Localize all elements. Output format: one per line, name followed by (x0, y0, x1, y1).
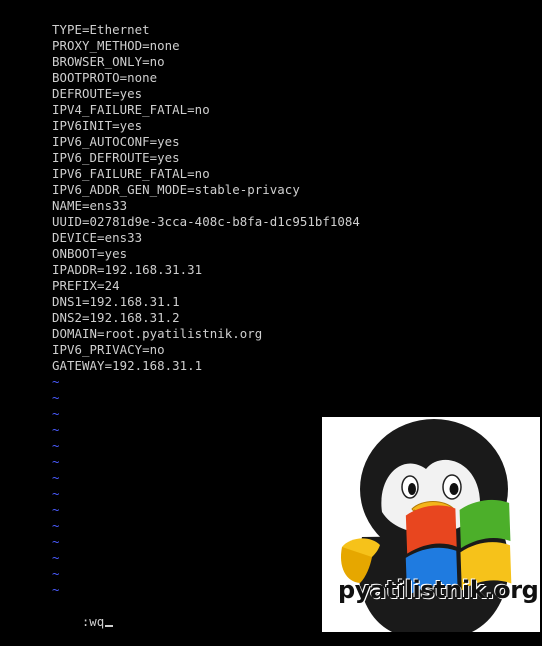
file-line: ONBOOT=yes (52, 246, 128, 261)
file-line: DNS2=192.168.31.2 (52, 310, 180, 325)
command-text: :wq (81, 614, 105, 629)
file-line: DEFROUTE=yes (52, 86, 143, 101)
file-line: GATEWAY=192.168.31.1 (52, 358, 203, 373)
file-line: PROXY_METHOD=none (52, 38, 180, 53)
file-line: DOMAIN=root.pyatilistnik.org (52, 326, 263, 341)
file-line: IPV6_ADDR_GEN_MODE=stable-privacy (52, 182, 300, 197)
file-line: IPV6_PRIVACY=no (52, 342, 165, 357)
empty-line-marker: ~ (52, 374, 60, 389)
file-line: IPV6_AUTOCONF=yes (52, 134, 180, 149)
text-cursor (105, 625, 114, 627)
file-line: IPV6_DEFROUTE=yes (52, 150, 180, 165)
file-line: NAME=ens33 (52, 198, 128, 213)
file-line: IPV6INIT=yes (52, 118, 143, 133)
logo-text: pyatilistnik.org (338, 576, 539, 604)
file-line: PREFIX=24 (52, 278, 120, 293)
file-line: IPV6_FAILURE_FATAL=no (52, 166, 210, 181)
file-line: BOOTPROTO=none (52, 70, 158, 85)
site-logo: pyatilistnik.org (322, 417, 540, 632)
file-line: IPADDR=192.168.31.31 (52, 262, 203, 277)
file-line: DEVICE=ens33 (52, 230, 143, 245)
file-line: BROWSER_ONLY=no (52, 54, 165, 69)
file-line: DNS1=192.168.31.1 (52, 294, 180, 309)
file-line: UUID=02781d9e-3cca-408c-b8fa-d1c951bf108… (52, 214, 360, 229)
empty-line-marker: ~ (52, 390, 60, 405)
command-line[interactable]: :wq (52, 598, 114, 629)
file-line: IPV4_FAILURE_FATAL=no (52, 102, 210, 117)
file-line: TYPE=Ethernet (52, 22, 150, 37)
